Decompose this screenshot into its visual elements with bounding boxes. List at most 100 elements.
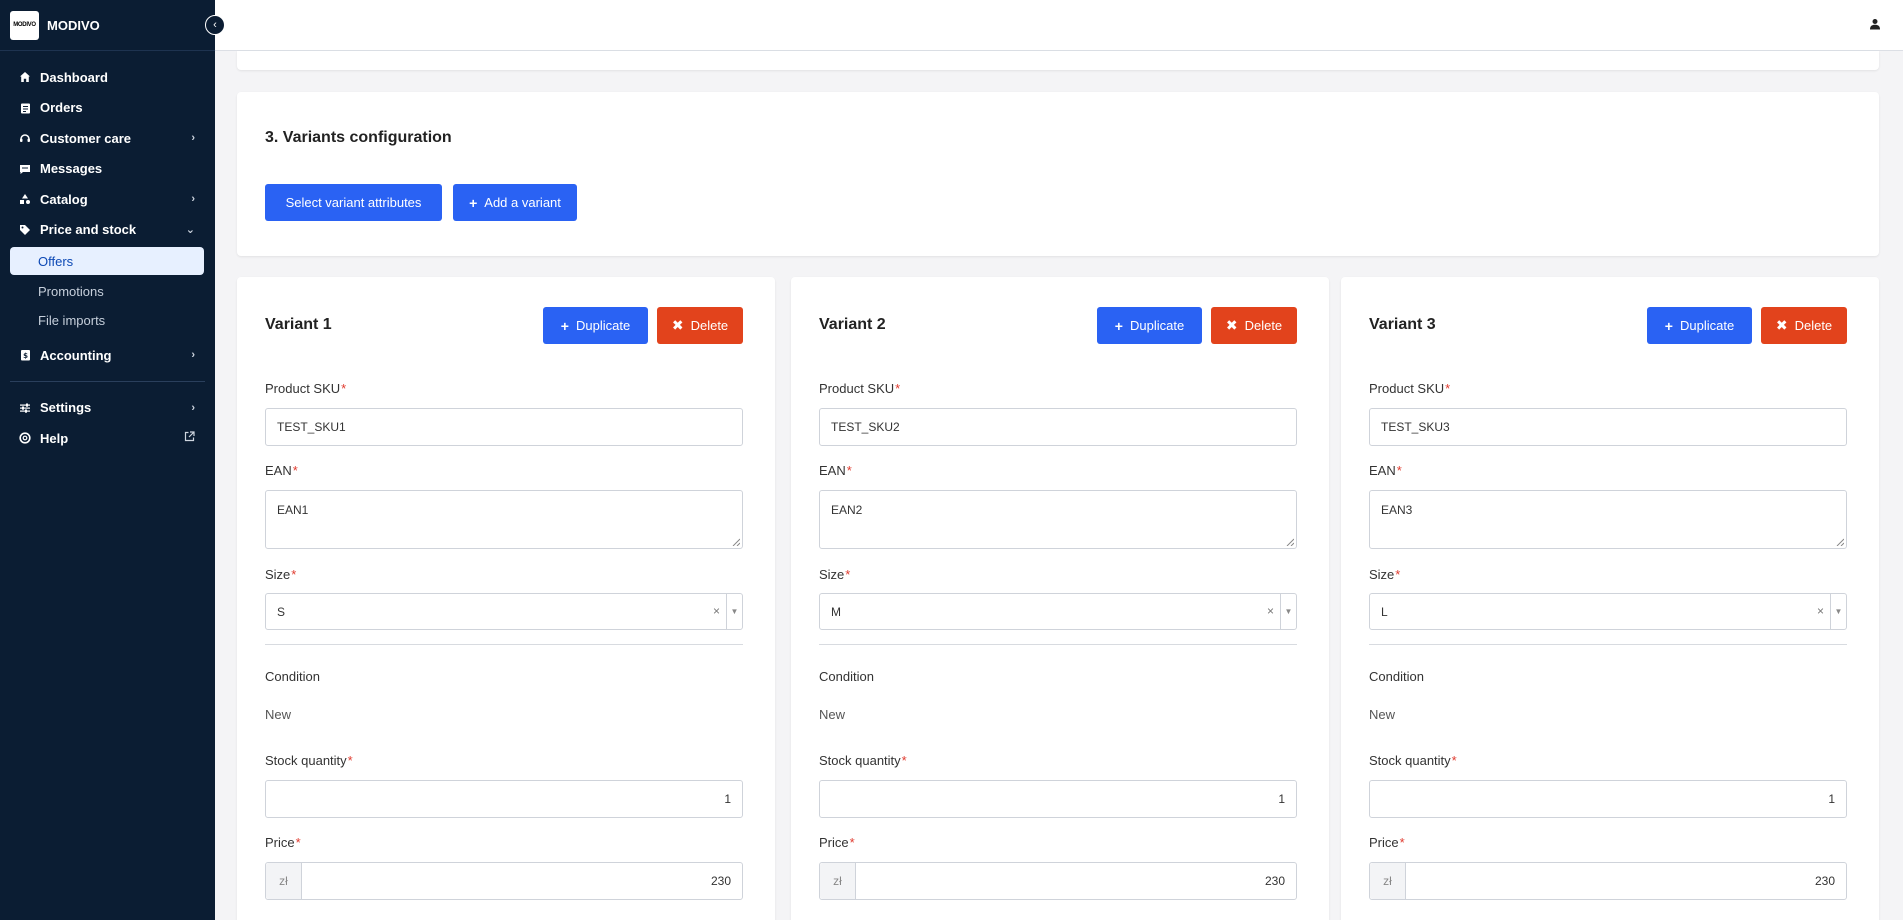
price-label: Price* — [819, 835, 855, 850]
sidebar-item-label: Customer care — [40, 130, 132, 146]
price-value: 230 — [710, 874, 731, 888]
label-text: EAN — [819, 463, 846, 478]
caret-down-icon[interactable]: ▼ — [1830, 594, 1846, 629]
resize-handle-icon[interactable] — [732, 538, 740, 546]
required-marker: * — [341, 381, 347, 396]
required-marker: * — [895, 381, 901, 396]
brand-logo: MODIVO — [10, 10, 39, 40]
label-text: Product SKU — [1369, 381, 1445, 396]
size-select[interactable]: L × ▼ — [1369, 593, 1847, 630]
sidebar-collapse-button[interactable]: ‹ — [205, 15, 225, 35]
variant-title: Variant 1 — [265, 316, 332, 333]
price-input[interactable]: zł 230 — [265, 862, 743, 900]
stock-quantity-input[interactable]: 1 — [265, 780, 743, 818]
select-variant-attributes-button[interactable]: Select variant attributes — [265, 184, 442, 221]
sku-input[interactable]: TEST_SKU1 — [265, 408, 743, 446]
sidebar-item-accounting[interactable]: $ Accounting › — [0, 340, 215, 371]
label-text: Product SKU — [819, 381, 895, 396]
condition-label: Condition — [265, 669, 320, 684]
price-input[interactable]: zł 230 — [1369, 862, 1847, 900]
ean-textarea[interactable]: EAN3 — [1369, 490, 1847, 549]
clear-icon[interactable]: × — [713, 604, 720, 618]
stock-label: Stock quantity* — [1369, 753, 1457, 768]
sidebar-item-customer-care[interactable]: Customer care › — [0, 123, 215, 154]
sidebar-item-catalog[interactable]: Catalog › — [0, 184, 215, 215]
required-marker: * — [295, 835, 301, 850]
brand[interactable]: MODIVO MODIVO — [0, 0, 215, 51]
delete-button[interactable]: ✖ Delete — [1211, 307, 1297, 344]
label-text: Price — [819, 835, 849, 850]
price-value: 230 — [1814, 874, 1835, 888]
price-label: Price* — [265, 835, 301, 850]
close-icon: ✖ — [1225, 317, 1238, 333]
size-select[interactable]: S × ▼ — [265, 593, 743, 630]
price-input[interactable]: zł 230 — [819, 862, 1297, 900]
label-text: Size — [819, 567, 845, 582]
button-label: Delete — [690, 318, 729, 333]
brand-name: MODIVO — [47, 17, 100, 33]
required-marker: * — [1445, 381, 1451, 396]
top-bar — [215, 0, 1903, 51]
sidebar-item-label: Settings — [40, 400, 92, 416]
resize-handle-icon[interactable] — [1286, 538, 1294, 546]
currency-prefix: zł — [1370, 863, 1406, 899]
size-select[interactable]: M × ▼ — [819, 593, 1297, 630]
condition-label: Condition — [1369, 669, 1424, 684]
sidebar: MODIVO MODIVO Dashboard Orders Customer … — [0, 0, 215, 920]
plus-icon: + — [1114, 317, 1123, 334]
sidebar-item-help[interactable]: Help — [0, 423, 215, 454]
sku-input[interactable]: TEST_SKU2 — [819, 408, 1297, 446]
sidebar-item-settings[interactable]: Settings › — [0, 393, 215, 424]
delete-button[interactable]: ✖ Delete — [1761, 307, 1847, 344]
home-icon — [18, 71, 32, 83]
size-value: M — [831, 604, 841, 619]
message-icon — [18, 163, 32, 175]
caret-down-icon[interactable]: ▼ — [1280, 594, 1296, 629]
condition-label: Condition — [819, 669, 874, 684]
label-text: EAN — [265, 463, 292, 478]
stock-quantity-input[interactable]: 1 — [1369, 780, 1847, 818]
required-marker: * — [845, 567, 851, 582]
delete-button[interactable]: ✖ Delete — [657, 307, 743, 344]
duplicate-button[interactable]: + Duplicate — [1097, 307, 1202, 344]
label-text: Product SKU — [265, 381, 341, 396]
required-marker: * — [1395, 567, 1401, 582]
duplicate-button[interactable]: + Duplicate — [543, 307, 648, 344]
label-text: Stock quantity — [819, 753, 901, 768]
clipboard-icon — [18, 102, 32, 114]
previous-section-card — [237, 51, 1879, 70]
chevron-right-icon: › — [191, 349, 195, 362]
chevron-right-icon: › — [191, 193, 195, 206]
size-label: Size* — [819, 567, 850, 582]
size-value: L — [1381, 604, 1388, 619]
duplicate-button[interactable]: + Duplicate — [1647, 307, 1752, 344]
button-label: Duplicate — [1129, 318, 1185, 333]
sidebar-item-price-and-stock[interactable]: Price and stock ⌄ — [0, 215, 215, 246]
ean-label: EAN* — [819, 463, 852, 478]
clear-icon[interactable]: × — [1267, 604, 1274, 618]
size-value: S — [277, 604, 286, 619]
sidebar-item-dashboard[interactable]: Dashboard — [0, 62, 215, 93]
sidebar-item-orders[interactable]: Orders — [0, 93, 215, 124]
add-variant-button[interactable]: + Add a variant — [453, 184, 577, 221]
button-label: Duplicate — [1679, 318, 1735, 333]
caret-down-icon[interactable]: ▼ — [726, 594, 742, 629]
close-icon: ✖ — [1775, 317, 1788, 333]
stock-quantity-input[interactable]: 1 — [819, 780, 1297, 818]
chevron-down-icon: ⌄ — [185, 224, 195, 237]
sku-input[interactable]: TEST_SKU3 — [1369, 408, 1847, 446]
sidebar-subitem-offers[interactable]: Offers — [10, 247, 204, 275]
ean-textarea[interactable]: EAN2 — [819, 490, 1297, 549]
clear-icon[interactable]: × — [1817, 604, 1824, 618]
ean-textarea[interactable]: EAN1 — [265, 490, 743, 549]
sidebar-subitem-promotions[interactable]: Promotions — [0, 277, 215, 306]
invoice-icon: $ — [18, 349, 32, 361]
sidebar-subitem-file-imports[interactable]: File imports — [0, 306, 215, 335]
sidebar-item-messages[interactable]: Messages — [0, 154, 215, 185]
condition-value: New — [819, 707, 846, 722]
currency-prefix: zł — [820, 863, 856, 899]
user-icon[interactable] — [1869, 17, 1883, 31]
variant-title: Variant 2 — [819, 316, 886, 333]
resize-handle-icon[interactable] — [1836, 538, 1844, 546]
required-marker: * — [1451, 753, 1457, 768]
